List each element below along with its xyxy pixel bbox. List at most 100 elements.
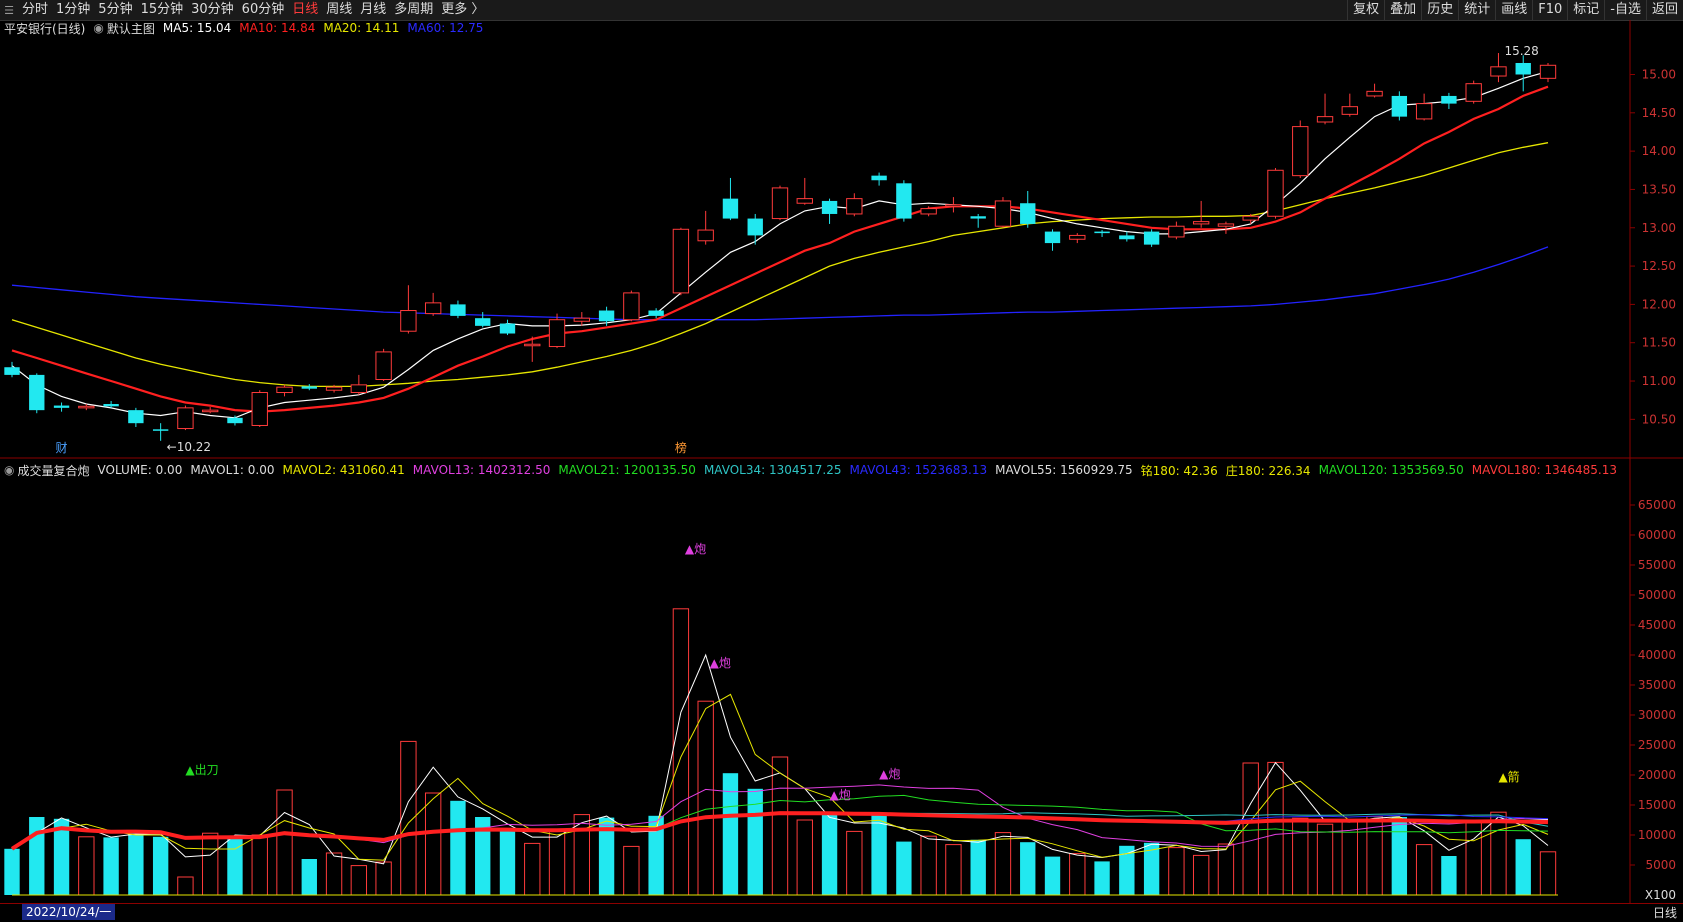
candle-body-up: [672, 228, 690, 294]
volume-axis-label: 30000: [1638, 708, 1676, 722]
volume-bar-down: [1044, 856, 1061, 895]
candle-body-up: [920, 208, 937, 215]
volume-axis-label: 15000: [1638, 798, 1676, 812]
volume-bar-up: [1168, 847, 1185, 896]
candle-body-down: [227, 417, 243, 424]
candle-body-up: [1267, 169, 1284, 217]
candle-body-down: [871, 175, 887, 181]
candle-body-down: [450, 304, 466, 316]
volume-bar-down: [1391, 817, 1408, 895]
volume-bar-up: [1069, 853, 1086, 896]
candle-body-up: [1069, 234, 1086, 240]
candle-body-up: [994, 200, 1012, 227]
candle-body-down: [648, 310, 664, 316]
candle-body-up: [524, 343, 541, 347]
price-axis-label: 14.50: [1642, 106, 1676, 120]
volume-bar-down: [499, 830, 516, 895]
candle-body-down: [499, 323, 516, 334]
time-axis: [0, 903, 1683, 922]
volume-bar-up: [697, 700, 714, 896]
candle-body-down: [1143, 231, 1160, 245]
pao-signal-1: ▲炮: [685, 542, 706, 556]
low-price-marker: ←10.22: [167, 440, 211, 454]
candle-body-up: [1217, 223, 1235, 227]
candle-body-down: [1119, 235, 1135, 240]
candle-body-down: [152, 429, 169, 431]
volume-bar-up: [1242, 762, 1259, 896]
candle-body-down: [475, 318, 491, 326]
candle-body-up: [623, 292, 640, 321]
price-axis-label: 13.00: [1642, 221, 1676, 235]
volume-bar-down: [152, 836, 169, 895]
candle-body-up: [177, 407, 194, 430]
candle-body-up: [573, 317, 590, 322]
candle-body-up: [276, 386, 293, 394]
candle-body-up: [846, 198, 863, 215]
volume-axis-label: 20000: [1638, 768, 1676, 782]
candle-body-down: [1515, 62, 1531, 75]
pao-signal-4: ▲炮: [879, 767, 900, 781]
volume-bar-up: [1217, 843, 1235, 896]
candle-body-up: [1192, 221, 1210, 225]
candle-body-down: [103, 404, 119, 407]
candle-body-up: [1242, 215, 1259, 221]
volume-bar-down: [970, 839, 986, 895]
ma5-line: [11, 70, 1549, 419]
stock-chart[interactable]: 15.00 14.50 14.00 13.50 13.00 12.50 12.00 11.50…: [0, 0, 1683, 921]
volume-axis-label: 35000: [1638, 678, 1676, 692]
candle-body-down: [4, 367, 20, 375]
candle-body-down: [598, 310, 615, 322]
volume-bar-up: [573, 814, 590, 896]
volume-axis-label: 10000: [1638, 828, 1676, 842]
pao-signal-3: ▲炮: [830, 788, 851, 802]
volume-bar-down: [103, 837, 119, 895]
candle-body-up: [424, 302, 442, 315]
volume-axis-label: 45000: [1638, 618, 1676, 632]
volume-bar-down: [29, 817, 45, 895]
volume-bar-up: [375, 861, 392, 896]
candle-body-up: [325, 386, 343, 391]
candle-body-down: [722, 198, 739, 219]
candle-body-up: [78, 405, 95, 409]
volume-unit-label: X100: [1645, 888, 1676, 902]
volume-bar-up: [350, 865, 368, 896]
candle-body-down: [970, 216, 986, 219]
price-axis-label: 15.00: [1642, 67, 1676, 81]
volume-axis-label: 50000: [1638, 588, 1676, 602]
bang-marker: 榜: [675, 440, 687, 455]
crosshair-date: 2022/10/24/一: [22, 904, 116, 920]
candle-body-up: [945, 204, 962, 207]
volume-bar-down: [1441, 856, 1457, 895]
volume-bar-up: [524, 842, 541, 896]
volume-bar-down: [871, 814, 887, 895]
volume-bar-up: [945, 844, 962, 896]
chudao-signal: ▲出刀: [185, 763, 218, 777]
volume-bar-up: [548, 830, 566, 896]
volume-axis-label: 55000: [1638, 558, 1676, 572]
candle-body-up: [1366, 90, 1383, 97]
volume-bar-up: [771, 756, 789, 896]
price-axis-label: 13.50: [1642, 182, 1676, 196]
ma60-line: [11, 246, 1549, 321]
candle-body-down: [747, 218, 763, 236]
volume-bar-down: [301, 859, 317, 895]
candle-body-up: [1490, 66, 1507, 77]
volume-bar-down: [1515, 839, 1531, 895]
volume-bar-down: [1094, 861, 1110, 895]
candle-body-up: [1341, 106, 1358, 115]
candle-body-up: [1539, 64, 1557, 79]
price-axis-label: 11.00: [1642, 374, 1676, 388]
candle-body-down: [1094, 231, 1110, 234]
candle-body-up: [1292, 126, 1309, 177]
volume-bar-up: [623, 845, 640, 896]
price-axis-label: 11.50: [1642, 336, 1676, 350]
candle-body-down: [821, 200, 838, 214]
volume-axis-label: 5000: [1645, 858, 1676, 872]
volume-axis-label: 40000: [1638, 648, 1676, 662]
volume-bar-up: [796, 819, 813, 896]
candle-body-up: [796, 198, 813, 204]
volume-bar-up: [78, 836, 95, 896]
volume-bar-up: [920, 835, 937, 896]
period-label[interactable]: 日线: [1653, 904, 1677, 921]
candle-body-up: [1415, 103, 1433, 120]
